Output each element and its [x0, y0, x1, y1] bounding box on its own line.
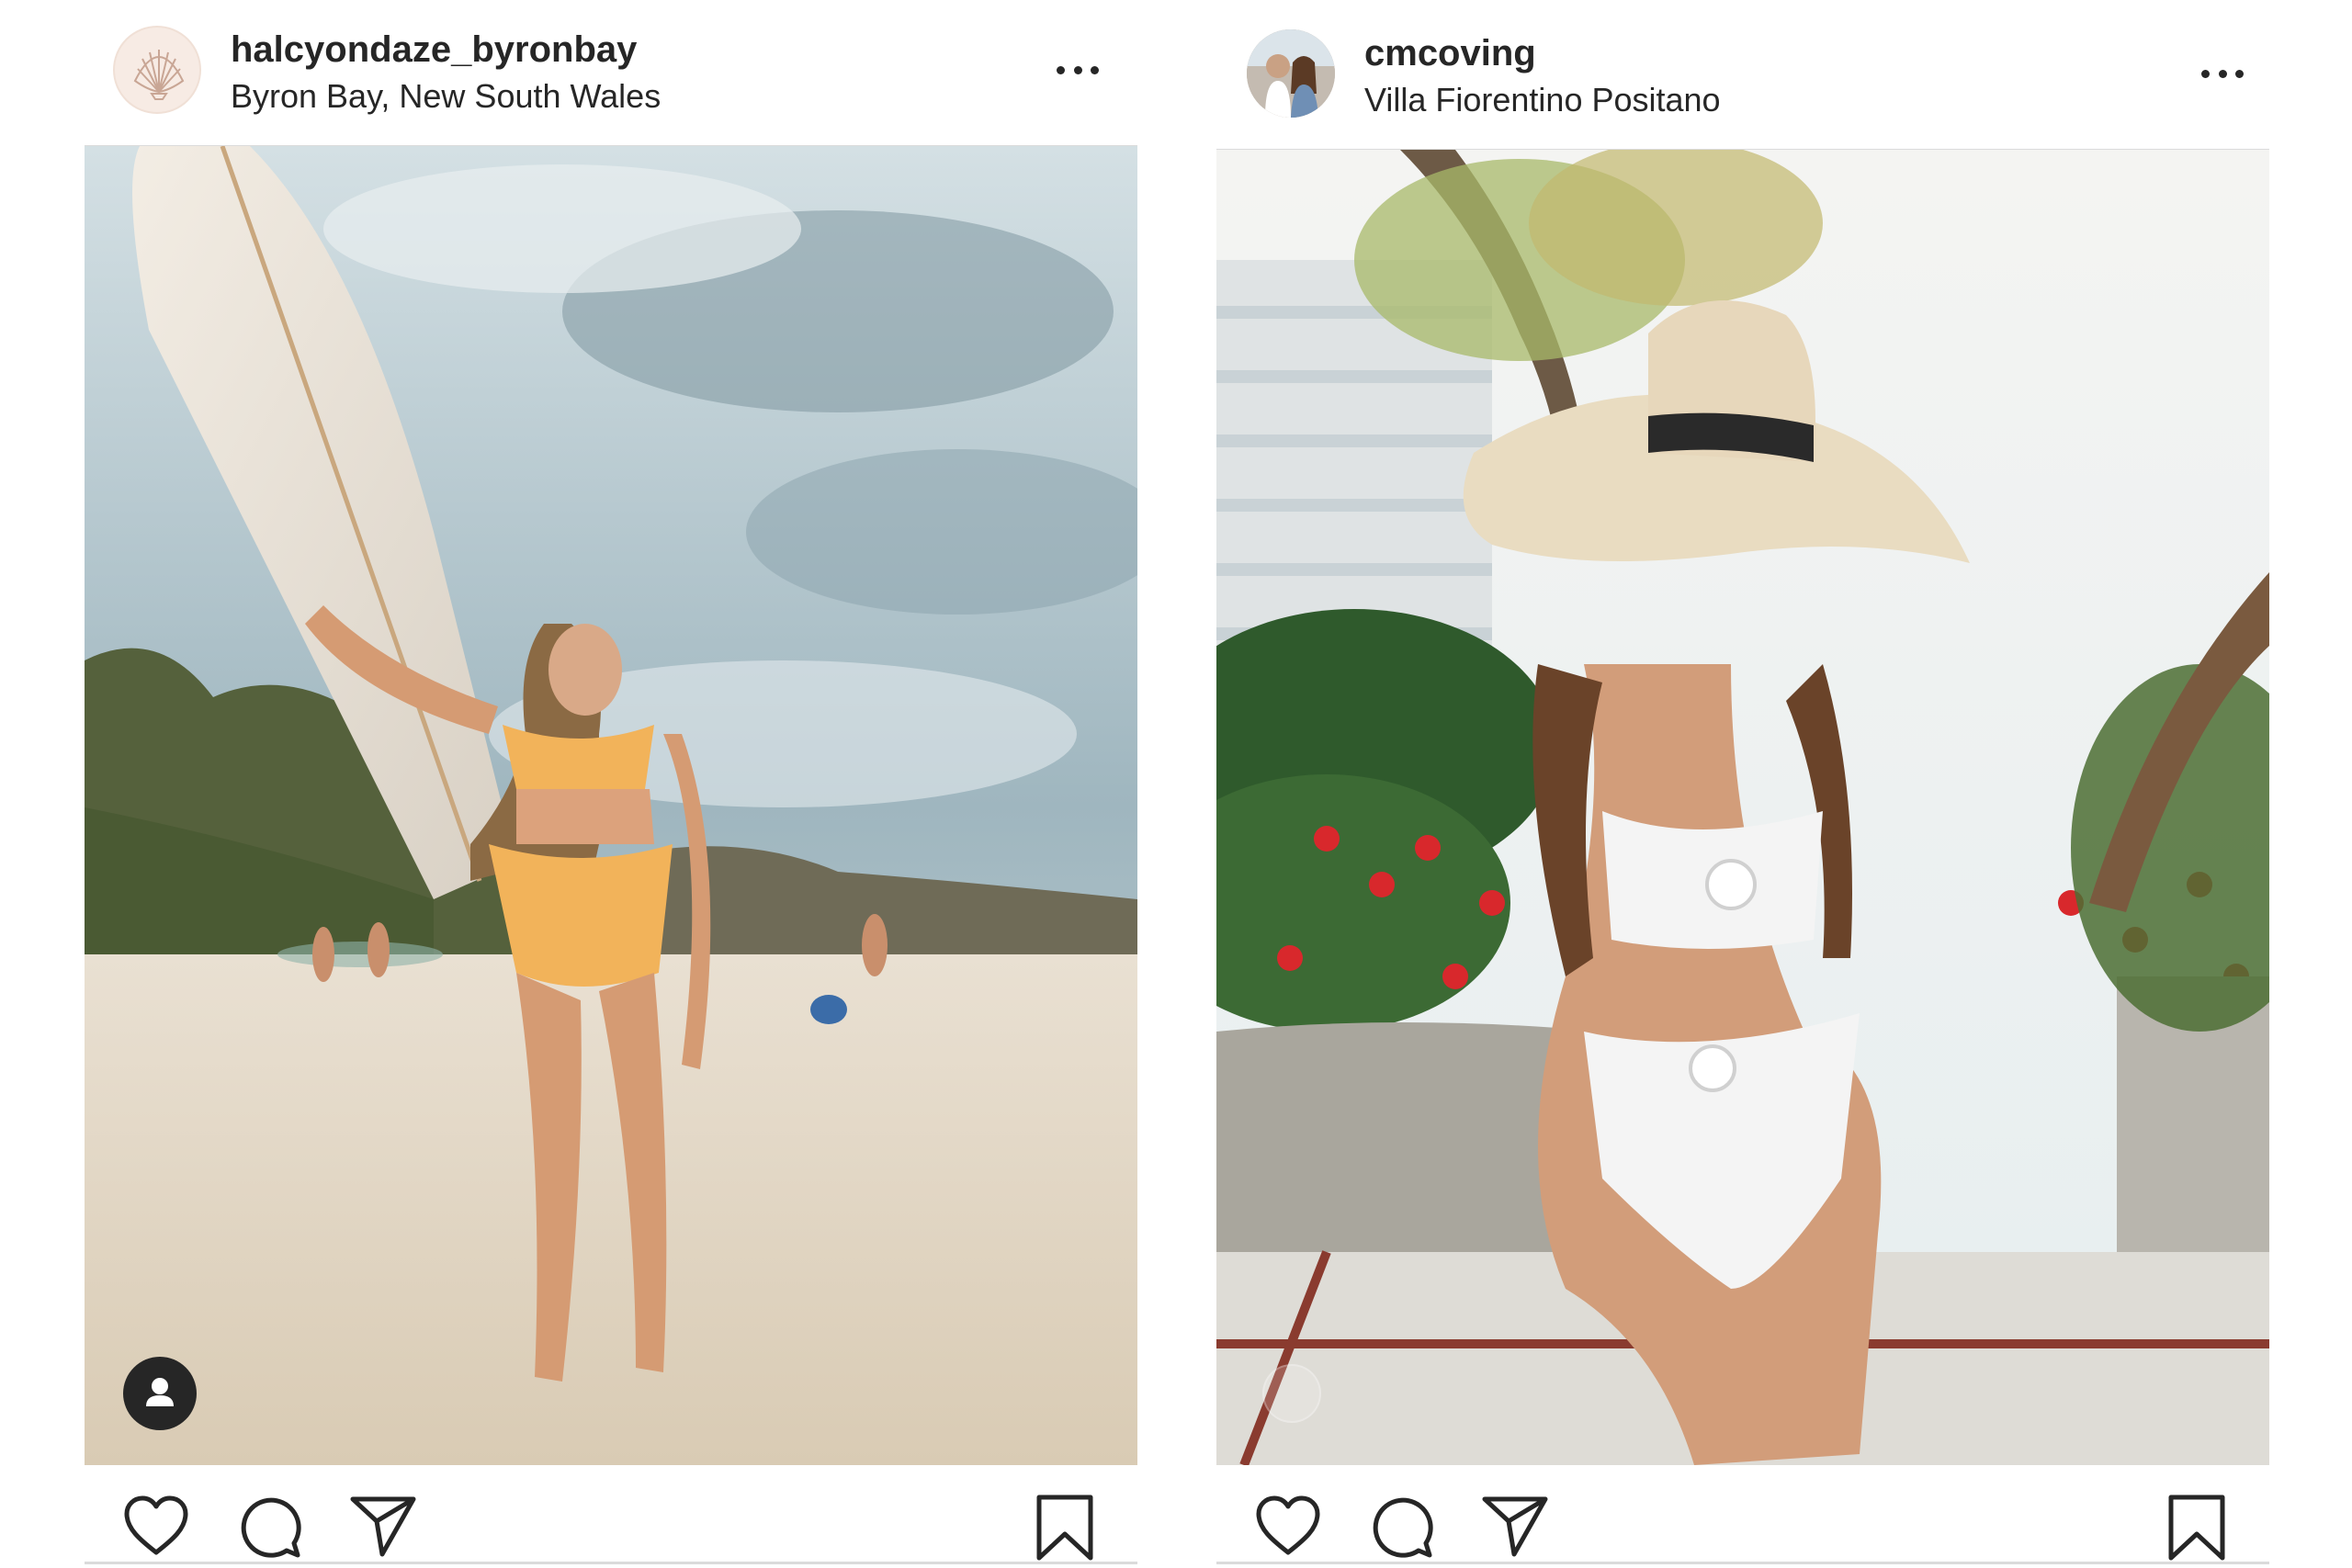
divider — [85, 1562, 1137, 1564]
action-bar — [1216, 1464, 2269, 1565]
send-icon[interactable] — [349, 1494, 417, 1558]
heart-icon[interactable] — [1253, 1494, 1323, 1558]
more-options-icon[interactable] — [2201, 60, 2244, 87]
action-bar — [85, 1464, 1137, 1565]
post-header: halcyondaze_byronbay Byron Bay, New Sout… — [85, 0, 1137, 145]
username[interactable]: halcyondaze_byronbay — [231, 29, 637, 71]
more-options-icon[interactable] — [1057, 56, 1099, 84]
bookmark-icon[interactable] — [1035, 1494, 1095, 1562]
divider — [1216, 1562, 2269, 1564]
post-photo[interactable] — [1216, 149, 2269, 1465]
garden-sunhat-photo — [1216, 150, 2269, 1465]
avatar[interactable] — [113, 26, 201, 114]
scallop-shell-icon — [133, 50, 185, 100]
post-header: cmcoving Villa Fiorentino Positano — [1216, 0, 2269, 145]
beach-surfboard-photo — [85, 146, 1137, 1465]
dot — [2235, 69, 2244, 78]
heart-icon[interactable] — [121, 1494, 191, 1558]
profile-photo — [1247, 29, 1335, 118]
person-icon — [146, 1378, 174, 1406]
user-tag-icon[interactable] — [123, 1357, 197, 1430]
location[interactable]: Byron Bay, New South Wales — [231, 77, 661, 116]
bookmark-icon[interactable] — [2166, 1494, 2227, 1562]
dot — [1091, 65, 1099, 74]
dot — [1057, 65, 1065, 74]
comment-icon[interactable] — [1369, 1494, 1435, 1560]
comment-icon[interactable] — [237, 1494, 303, 1560]
avatar[interactable] — [1247, 29, 1335, 118]
dot — [1073, 65, 1082, 74]
username[interactable]: cmcoving — [1364, 33, 1536, 74]
user-tag-icon[interactable] — [1262, 1364, 1321, 1423]
location[interactable]: Villa Fiorentino Positano — [1364, 81, 1721, 119]
post-photo[interactable] — [85, 145, 1137, 1465]
dot — [2201, 69, 2210, 78]
dot — [2218, 69, 2227, 78]
send-icon[interactable] — [1481, 1494, 1549, 1558]
